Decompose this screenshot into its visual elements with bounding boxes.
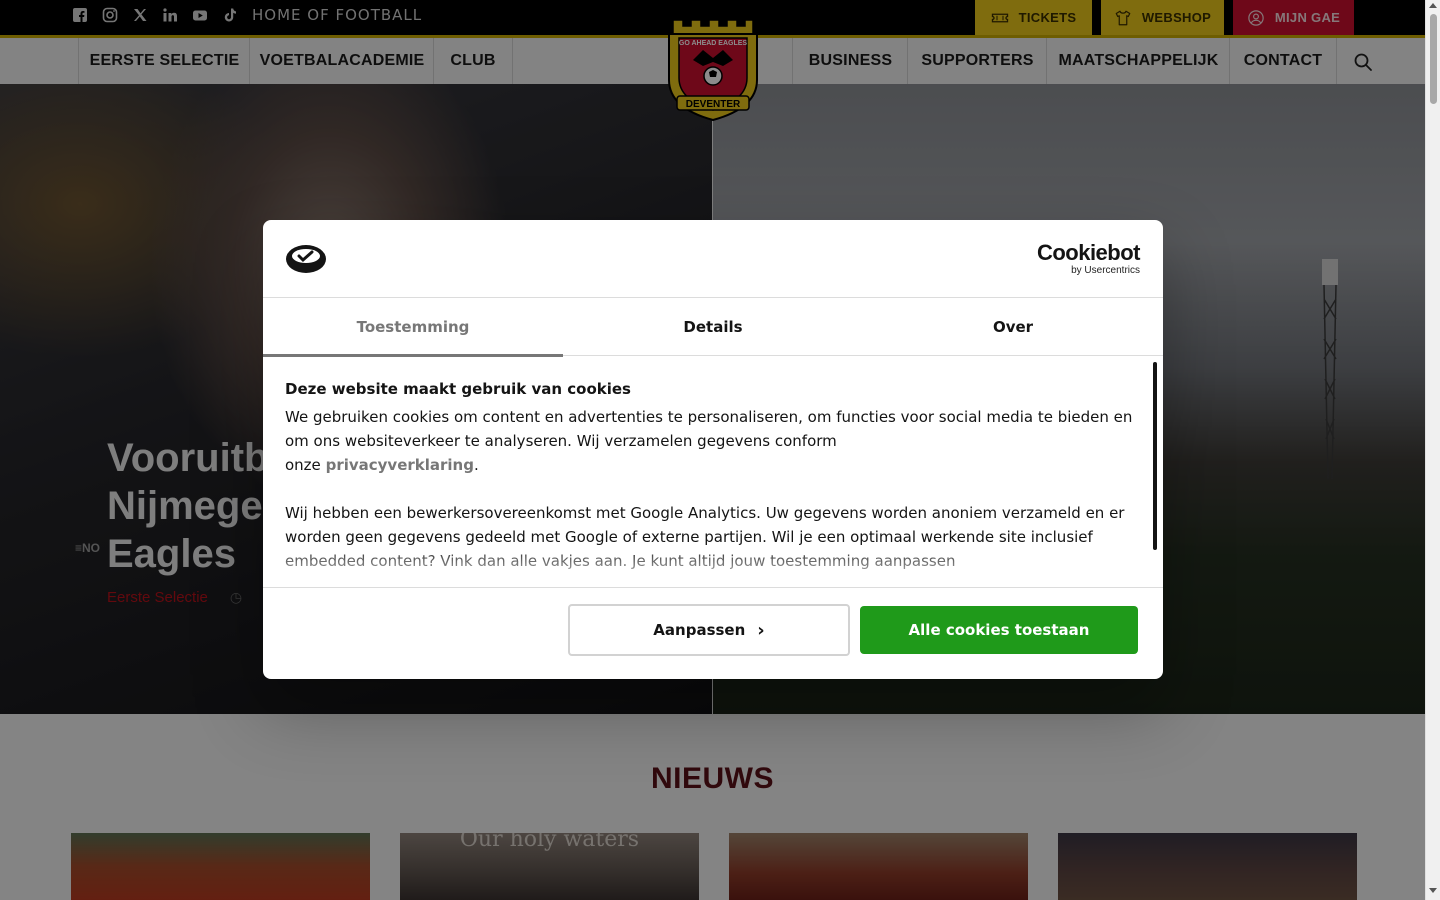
cookiebot-sub: by Usercentrics	[1071, 265, 1140, 276]
page-scrollbar[interactable]	[1425, 0, 1440, 900]
cookie-consent-dialog: Cookiebot by Usercentrics Toestemming De…	[263, 220, 1163, 679]
allow-all-cookies-button[interactable]: Alle cookies toestaan	[860, 606, 1138, 654]
consent-heading: Deze website maakt gebruik van cookies	[285, 380, 631, 398]
consent-paragraph: We gebruiken cookies om content en adver…	[285, 405, 1143, 477]
customize-label: Aanpassen	[653, 621, 746, 639]
consent-text-suffix: .	[473, 456, 479, 474]
scroll-thumb[interactable]	[1430, 14, 1437, 104]
customize-button[interactable]: Aanpassen ›	[568, 604, 850, 656]
scroll-down-arrow[interactable]	[1429, 888, 1437, 893]
cookiebot-logo[interactable]: Cookiebot by Usercentrics	[1036, 240, 1141, 277]
scroll-up-arrow[interactable]	[1429, 3, 1437, 8]
privacy-link[interactable]: privacyverklaring	[326, 456, 474, 474]
tab-over[interactable]: Over	[863, 298, 1163, 356]
dialog-header: Cookiebot by Usercentrics	[263, 220, 1163, 298]
dialog-scrollbar[interactable]	[1153, 362, 1157, 550]
cookiebot-name: Cookiebot	[1036, 240, 1141, 265]
dialog-footer: Aanpassen › Alle cookies toestaan	[263, 587, 1163, 679]
text-fade	[285, 544, 1143, 584]
site-logo-icon	[286, 245, 326, 273]
chevron-right-icon: ›	[757, 619, 765, 641]
consent-text: We gebruiken cookies om content en adver…	[285, 408, 1133, 450]
dialog-tabs: Toestemming Details Over	[263, 298, 1163, 357]
tab-details[interactable]: Details	[563, 298, 863, 356]
dialog-body: Deze website maakt gebruik van cookies W…	[285, 372, 1143, 587]
consent-text-prefix: onze	[285, 456, 321, 474]
tab-toestemming[interactable]: Toestemming	[263, 298, 563, 357]
